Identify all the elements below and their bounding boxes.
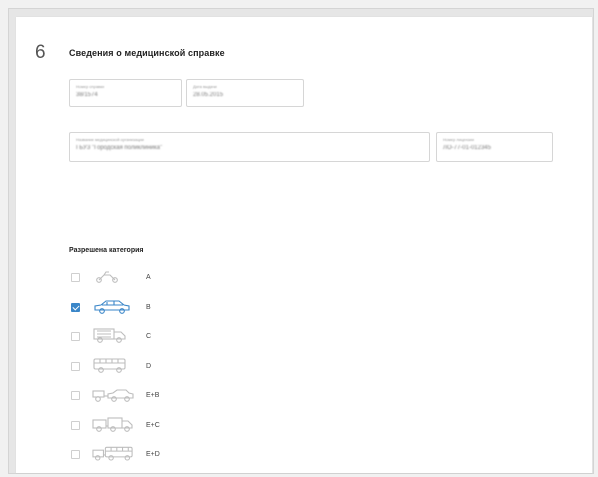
form-card: 6 Сведения о медицинской справке Номер с… — [16, 17, 592, 473]
category-checkbox[interactable] — [71, 420, 80, 430]
bus-trailer-icon — [92, 445, 134, 463]
category-checkbox[interactable] — [71, 272, 80, 282]
category-letter: A — [146, 273, 151, 281]
license-label: Номер лицензии — [443, 137, 474, 142]
category-checkbox[interactable] — [71, 390, 80, 400]
category-letter: D — [146, 362, 152, 370]
category-row[interactable]: E+B — [69, 385, 269, 405]
category-checkbox[interactable] — [71, 361, 80, 371]
category-row[interactable]: A — [69, 267, 269, 287]
category-letter: B — [146, 303, 151, 311]
category-checkbox[interactable] — [71, 449, 80, 459]
category-checkbox[interactable] — [71, 331, 80, 341]
category-row[interactable]: B — [69, 297, 269, 317]
category-letter: E+B — [146, 391, 160, 399]
cert-number-label: Номер справки — [76, 84, 105, 89]
license-value: ЛО-77-01-012345 — [443, 145, 491, 151]
cert-number-value: 38/1574 — [76, 92, 98, 98]
motorcycle-icon — [92, 268, 134, 286]
license-field[interactable]: Номер лицензии ЛО-77-01-012345 — [436, 132, 553, 162]
section-title: Сведения о медицинской справке — [69, 48, 225, 58]
categories-title: Разрешена категория — [69, 247, 144, 254]
truck-trailer-icon — [92, 416, 134, 434]
car-icon — [92, 298, 134, 316]
medical-org-field[interactable]: Название медицинской организации ГБУЗ "Г… — [69, 132, 430, 162]
category-row[interactable]: E+D — [69, 444, 269, 464]
medical-org-value: ГБУЗ "Городская поликлиника" — [76, 145, 162, 151]
issue-date-value: 28.05.2015 — [193, 92, 224, 98]
truck-icon — [92, 327, 134, 345]
category-letter: E+D — [146, 450, 160, 458]
cert-number-field[interactable]: Номер справки 38/1574 — [69, 79, 182, 107]
category-row[interactable]: E+C — [69, 415, 269, 435]
bus-icon — [92, 357, 134, 375]
category-row[interactable]: D — [69, 356, 269, 376]
medical-org-value-text: ГБУЗ "Городская поликлиника" — [76, 145, 163, 151]
category-letter: E+C — [146, 421, 160, 429]
category-checkbox[interactable] — [71, 302, 80, 312]
issue-date-label: Дата выдачи — [193, 84, 217, 89]
category-row[interactable]: C — [69, 326, 269, 346]
medical-org-label: Название медицинской организации — [76, 137, 144, 142]
step-number: 6 — [35, 42, 46, 63]
category-letter: C — [146, 332, 152, 340]
issue-date-field[interactable]: Дата выдачи 28.05.2015 — [186, 79, 304, 107]
car-trailer-icon — [92, 386, 134, 404]
